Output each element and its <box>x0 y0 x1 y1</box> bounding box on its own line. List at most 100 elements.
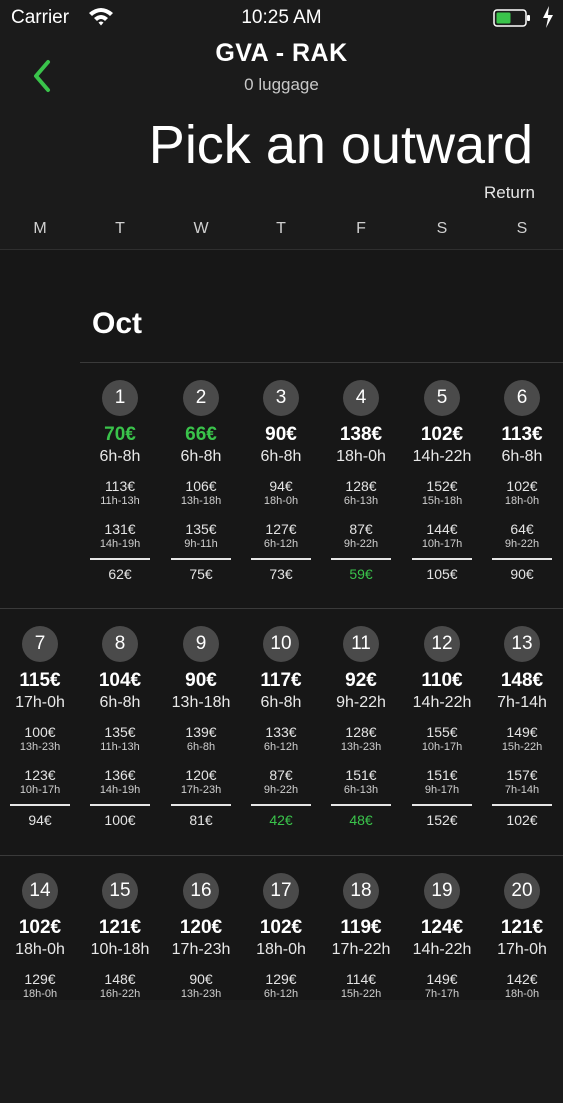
day-cell[interactable]: 12 110€ 14h-22h 155€ 10h-17h 151€ 9h-17h 152€ <box>402 626 482 856</box>
day-cell[interactable]: 2 66€ 6h-8h 106€ 13h-18h 135€ 9h-11h 75€ <box>161 380 241 610</box>
alt-price-1: 113€ <box>104 478 136 494</box>
alt-price-1: 129€ <box>24 971 56 987</box>
alt-hours-2: 10h-17h <box>19 784 61 796</box>
best-price: 102€ <box>420 424 464 445</box>
day-number: 5 <box>424 380 460 416</box>
alt-hours-1: 18h-0h <box>504 988 540 1000</box>
day-number: 13 <box>504 626 540 662</box>
alt-hours-2: 7h-14h <box>504 784 540 796</box>
day-number: 2 <box>183 380 219 416</box>
day-cell[interactable]: 16 120€ 17h-23h 90€ 13h-23h <box>161 873 241 1103</box>
day-number: 14 <box>22 873 58 909</box>
day-cell[interactable]: 19 124€ 14h-22h 149€ 7h-17h <box>402 873 482 1103</box>
best-price-hours: 6h-8h <box>260 448 302 465</box>
alt-price-2: 87€ <box>269 767 293 783</box>
alt-hours-1: 18h-0h <box>22 988 58 1000</box>
alt-price-1: 148€ <box>104 971 136 987</box>
day-cell[interactable]: 20 121€ 17h-0h 142€ 18h-0h <box>482 873 562 1103</box>
alt-hours-1: 6h-12h <box>263 741 299 753</box>
month-label: Oct <box>92 307 143 340</box>
day-cell[interactable]: 18 119€ 17h-22h 114€ 15h-22h <box>321 873 401 1103</box>
day-cell[interactable]: 5 102€ 14h-22h 152€ 15h-18h 144€ 10h-17h 105€ <box>402 380 482 610</box>
alt-hours-1: 13h-18h <box>180 495 222 507</box>
best-price-hours: 18h-0h <box>336 448 386 465</box>
best-price-hours: 18h-0h <box>256 941 306 958</box>
return-price: 48€ <box>349 812 373 828</box>
alt-hours-1: 13h-23h <box>180 988 222 1000</box>
alt-price-1: 100€ <box>24 724 56 740</box>
best-price-hours: 7h-14h <box>497 694 547 711</box>
day-number: 4 <box>343 380 379 416</box>
alt-price-1: 142€ <box>506 971 538 987</box>
return-price: 75€ <box>189 566 213 582</box>
return-price: 73€ <box>269 566 293 582</box>
alt-price-1: 128€ <box>345 724 377 740</box>
best-price-hours: 9h-22h <box>336 694 386 711</box>
day-number: 16 <box>183 873 219 909</box>
alt-price-1: 149€ <box>506 724 538 740</box>
return-tab[interactable]: Return <box>484 183 535 203</box>
alt-hours-1: 6h-8h <box>186 741 216 753</box>
alt-hours-1: 16h-22h <box>99 988 141 1000</box>
day-cell[interactable]: 6 113€ 6h-8h 102€ 18h-0h 64€ 9h-22h 90€ <box>482 380 562 610</box>
alt-hours-2: 9h-11h <box>184 538 218 550</box>
day-cell[interactable]: 8 104€ 6h-8h 135€ 11h-13h 136€ 14h-19h 100€ <box>80 626 160 856</box>
day-cell[interactable]: 11 92€ 9h-22h 128€ 13h-23h 151€ 6h-13h 48€ <box>321 626 401 856</box>
alt-price-2: 151€ <box>345 767 377 783</box>
status-time: 10:25 AM <box>241 7 322 28</box>
day-cell[interactable]: 1 70€ 6h-8h 113€ 11h-13h 131€ 14h-19h 62€ <box>80 380 160 610</box>
day-cell[interactable]: 3 90€ 6h-8h 94€ 18h-0h 127€ 6h-12h 73€ <box>241 380 321 610</box>
day-number: 7 <box>22 626 58 662</box>
alt-price-1: 128€ <box>345 478 377 494</box>
best-price: 119€ <box>340 917 382 938</box>
charging-bolt-icon <box>543 6 553 28</box>
alt-price-1: 135€ <box>104 724 136 740</box>
alt-price-1: 133€ <box>265 724 297 740</box>
weekday-header: M T W T F S S <box>0 220 563 248</box>
alt-price-1: 114€ <box>345 971 377 987</box>
day-cell[interactable]: 7 115€ 17h-0h 100€ 13h-23h 123€ 10h-17h 94€ <box>0 626 80 856</box>
day-cell[interactable]: 4 138€ 18h-0h 128€ 6h-13h 87€ 9h-22h 59€ <box>321 380 401 610</box>
return-price: 90€ <box>510 566 534 582</box>
day-number: 19 <box>424 873 460 909</box>
alt-hours-1: 13h-23h <box>19 741 61 753</box>
day-cell[interactable]: 13 148€ 7h-14h 149€ 15h-22h 157€ 7h-14h 102€ <box>482 626 562 856</box>
price-divider <box>171 558 231 560</box>
day-cell[interactable]: 14 102€ 18h-0h 129€ 18h-0h <box>0 873 80 1103</box>
alt-hours-1: 13h-23h <box>340 741 382 753</box>
alt-hours-1: 15h-18h <box>421 495 463 507</box>
best-price-hours: 17h-23h <box>171 941 231 958</box>
day-cell[interactable]: 17 102€ 18h-0h 129€ 6h-12h <box>241 873 321 1103</box>
price-divider <box>251 804 311 806</box>
price-divider <box>90 804 150 806</box>
luggage-count[interactable]: 0 luggage <box>0 75 563 95</box>
alt-hours-1: 10h-17h <box>421 741 463 753</box>
price-divider <box>331 804 391 806</box>
best-price-hours: 6h-8h <box>260 694 302 711</box>
route-title: GVA - RAK <box>215 39 348 67</box>
alt-hours-1: 11h-13h <box>100 495 140 507</box>
best-price: 113€ <box>501 424 543 445</box>
alt-price-1: 90€ <box>189 971 213 987</box>
return-price: 42€ <box>269 812 293 828</box>
alt-price-2: 131€ <box>104 521 136 537</box>
day-cell[interactable]: 10 117€ 6h-8h 133€ 6h-12h 87€ 9h-22h 42€ <box>241 626 321 856</box>
best-price-hours: 10h-18h <box>90 941 150 958</box>
alt-price-1: 102€ <box>506 478 538 494</box>
price-divider <box>492 558 552 560</box>
alt-hours-2: 6h-12h <box>263 538 299 550</box>
weekday-label: F <box>356 220 366 237</box>
best-price: 124€ <box>420 917 464 938</box>
weekday-label: S <box>516 220 528 237</box>
best-price-hours: 13h-18h <box>171 694 231 711</box>
best-price: 104€ <box>98 670 142 691</box>
alt-price-2: 151€ <box>426 767 458 783</box>
battery-icon <box>493 9 530 27</box>
day-cell[interactable]: 9 90€ 13h-18h 139€ 6h-8h 120€ 17h-23h 81€ <box>161 626 241 856</box>
day-number: 8 <box>102 626 138 662</box>
alt-price-1: 129€ <box>265 971 297 987</box>
return-price: 152€ <box>426 812 458 828</box>
best-price: 148€ <box>500 670 544 691</box>
page-title: Pick an outward <box>148 115 533 175</box>
day-cell[interactable]: 15 121€ 10h-18h 148€ 16h-22h <box>80 873 160 1103</box>
